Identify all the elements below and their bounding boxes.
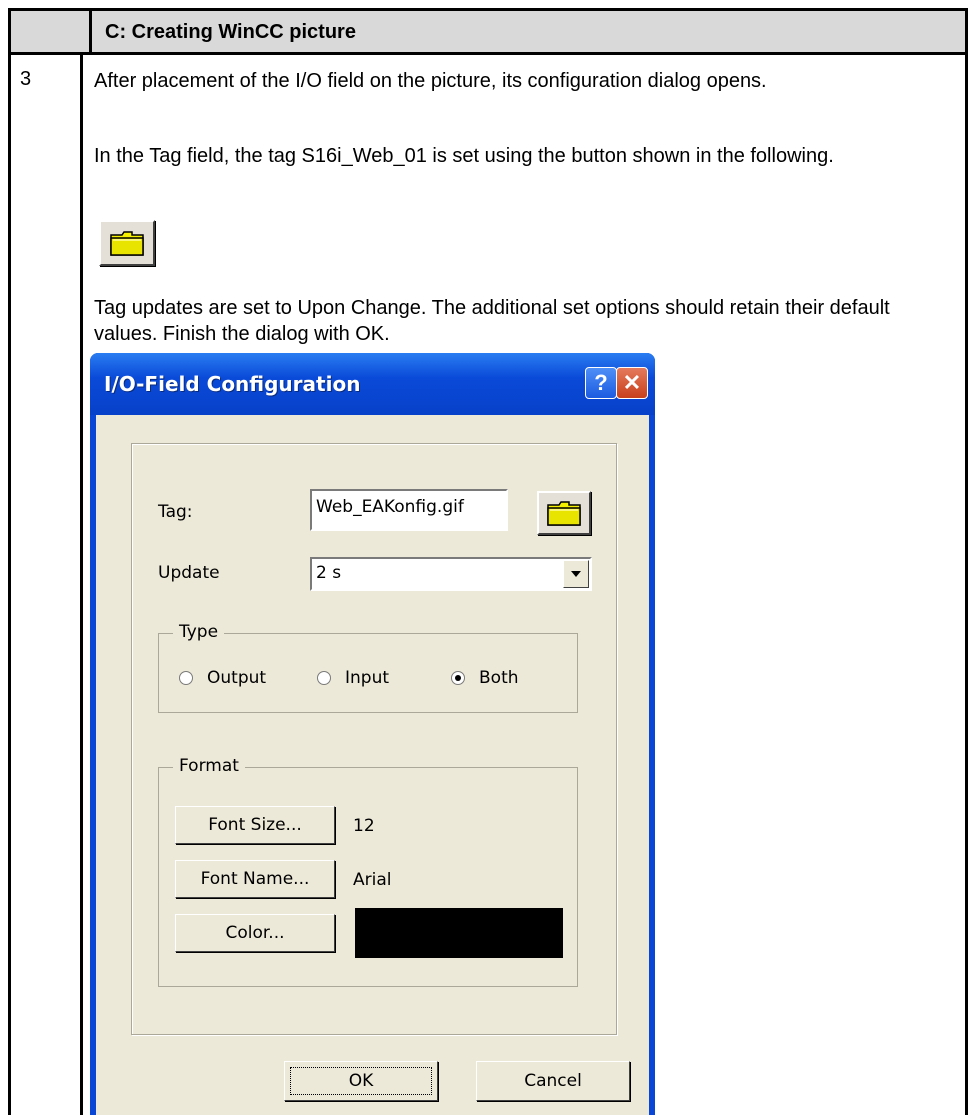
- close-button[interactable]: ✕: [616, 367, 648, 399]
- table-right-border: [965, 52, 968, 1115]
- type-group: Type Output Input Both: [158, 622, 578, 713]
- cancel-button[interactable]: Cancel: [476, 1061, 630, 1101]
- paragraph-1: After placement of the I/O field on the …: [94, 70, 767, 92]
- format-group: Format Font Size... 12 Font Name... Aria…: [158, 756, 578, 987]
- type-option-label: Output: [207, 668, 267, 688]
- font-name-button[interactable]: Font Name...: [175, 860, 335, 898]
- section-title: C: Creating WinCC picture: [105, 21, 356, 43]
- folder-icon: [547, 501, 581, 526]
- color-button[interactable]: Color...: [175, 914, 335, 952]
- table-header: C: Creating WinCC picture: [8, 8, 968, 55]
- tag-label: Tag:: [158, 502, 193, 522]
- type-option-label: Both: [479, 668, 519, 688]
- type-radio-output[interactable]: Output: [179, 668, 266, 688]
- dialog-client-area: Tag: Web_EAKonfig.gif Update 2 s Type Ou…: [96, 415, 649, 1115]
- font-name-value: Arial: [353, 870, 392, 890]
- folder-icon: [110, 231, 144, 256]
- update-select[interactable]: 2 s: [310, 557, 592, 591]
- focus-rectangle: [290, 1067, 432, 1095]
- radio-indicator: [179, 671, 193, 685]
- header-divider: [89, 11, 92, 52]
- type-radio-both[interactable]: Both: [451, 668, 519, 688]
- tag-input[interactable]: Web_EAKonfig.gif: [310, 489, 508, 531]
- help-button[interactable]: ?: [585, 367, 617, 399]
- tag-browse-button[interactable]: [537, 491, 591, 535]
- update-dropdown-button[interactable]: [563, 560, 589, 588]
- radio-indicator: [317, 671, 331, 685]
- table-left-border: [8, 52, 11, 1115]
- io-field-configuration-dialog: I/O-Field Configuration ? ✕ Tag: Web_EAK…: [90, 353, 655, 1115]
- table-column-divider: [80, 52, 83, 1115]
- radio-indicator-selected: [451, 671, 465, 685]
- font-size-value: 12: [353, 816, 375, 836]
- update-label: Update: [158, 563, 220, 583]
- paragraph-2: In the Tag field, the tag S16i_Web_01 is…: [94, 145, 834, 167]
- type-group-title: Type: [173, 622, 225, 642]
- type-radio-input[interactable]: Input: [317, 668, 389, 688]
- ok-button[interactable]: OK: [284, 1061, 438, 1101]
- instruction-table: C: Creating WinCC picture 3 After placem…: [0, 0, 977, 1115]
- format-group-title: Format: [173, 756, 245, 776]
- dialog-titlebar[interactable]: I/O-Field Configuration ? ✕: [90, 353, 655, 415]
- paragraph-3: Tag updates are set to Upon Change. The …: [94, 297, 890, 345]
- folder-button-illustration: [99, 220, 155, 266]
- font-size-button[interactable]: Font Size...: [175, 806, 335, 844]
- color-swatch: [355, 908, 563, 958]
- dialog-title: I/O-Field Configuration: [104, 372, 361, 396]
- type-option-label: Input: [345, 668, 390, 688]
- chevron-down-icon: [571, 571, 581, 577]
- step-number: 3: [20, 68, 32, 90]
- update-selected-value: 2 s: [316, 563, 342, 583]
